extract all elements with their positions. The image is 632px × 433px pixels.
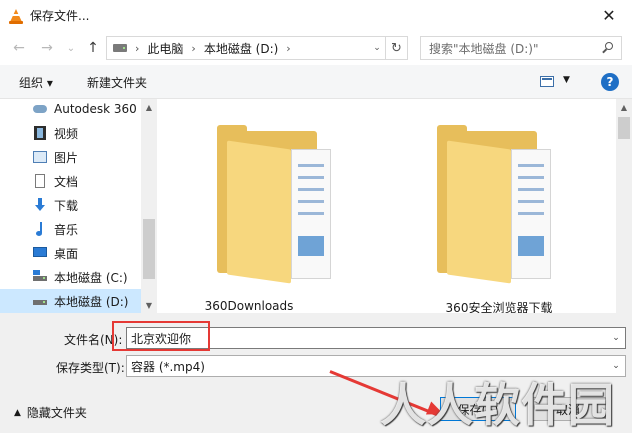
close-button[interactable]: ✕	[586, 0, 632, 31]
desktop-icon	[32, 246, 48, 260]
sidebar-item-pictures[interactable]: 图片	[0, 145, 141, 169]
sidebar-item-label: 桌面	[54, 246, 79, 261]
view-dropdown-icon[interactable]: ▼	[563, 75, 570, 85]
content-scrollbar[interactable]: ▲	[616, 99, 632, 313]
sidebar-scrollbar[interactable]: ▲ ▼	[141, 99, 157, 313]
breadcrumb-separator[interactable]: ›	[286, 42, 290, 55]
annotation-highlight-box	[112, 321, 210, 351]
address-bar[interactable]: › 此电脑 › 本地磁盘 (D:) › ⌄ ↻	[106, 36, 408, 60]
breadcrumb-this-pc[interactable]: 此电脑	[147, 40, 183, 57]
search-input[interactable]: 搜索"本地磁盘 (D:)"	[420, 36, 622, 60]
navigation-bar: ← → ⌄ ↑ › 此电脑 › 本地磁盘 (D:) › ⌄ ↻ 搜索"本地磁盘 …	[0, 31, 632, 65]
sidebar-item-label: 文档	[54, 174, 79, 189]
cloud-icon	[32, 102, 48, 116]
new-folder-button[interactable]: 新建文件夹	[87, 74, 147, 91]
address-dropdown-icon[interactable]: ⌄	[369, 37, 385, 59]
drive-icon	[113, 44, 127, 52]
window-title: 保存文件...	[30, 9, 90, 23]
scroll-thumb[interactable]	[618, 117, 630, 139]
sidebar-item-label: 本地磁盘 (C:)	[54, 270, 128, 285]
recent-locations-icon[interactable]: ⌄	[62, 39, 80, 57]
navigation-pane: Autodesk 360 视频 图片 文档 下载 音乐 桌面 本地磁盘 (C:)…	[0, 99, 157, 313]
organize-button[interactable]: 组织 ▾	[19, 74, 53, 91]
search-placeholder: 搜索"本地磁盘 (D:)"	[429, 41, 539, 56]
music-icon	[32, 222, 48, 236]
sidebar-item-music[interactable]: 音乐	[0, 217, 141, 241]
up-arrow-icon[interactable]: ↑	[84, 39, 102, 57]
scroll-down-icon[interactable]: ▼	[141, 297, 157, 313]
sidebar-item-drive-d[interactable]: 本地磁盘 (D:)	[0, 289, 141, 313]
sidebar-item-label: 下载	[54, 198, 79, 213]
drive-c-icon	[32, 270, 48, 284]
folder-name[interactable]: 360Downloads	[169, 299, 329, 313]
file-type-value: 容器 (*.mp4)	[131, 359, 205, 374]
forward-arrow-icon[interactable]: →	[38, 39, 56, 57]
sidebar-item-videos[interactable]: 视频	[0, 121, 141, 145]
search-icon[interactable]	[601, 41, 615, 55]
save-form: 文件名(N): 北京欢迎你 ⌄ 保存类型(T): 容器 (*.mp4) ⌄ ▲ …	[0, 313, 632, 433]
chevron-down-icon[interactable]: ⌄	[607, 328, 625, 348]
sidebar-item-documents[interactable]: 文档	[0, 169, 141, 193]
sidebar-item-downloads[interactable]: 下载	[0, 193, 141, 217]
sidebar-item-desktop[interactable]: 桌面	[0, 241, 141, 265]
scroll-thumb[interactable]	[143, 219, 155, 279]
sidebar-item-label: 本地磁盘 (D:)	[54, 294, 129, 309]
video-icon	[32, 126, 48, 140]
help-icon[interactable]: ?	[601, 73, 619, 91]
folder-icon[interactable]	[433, 123, 553, 293]
back-arrow-icon[interactable]: ←	[10, 39, 28, 57]
watermark: 人人软件园	[380, 378, 615, 432]
folder-icon[interactable]	[213, 123, 333, 293]
sidebar-item-label: Autodesk 360	[54, 102, 137, 116]
sidebar-item-label: 图片	[54, 150, 79, 165]
scroll-up-icon[interactable]: ▲	[141, 99, 157, 115]
breadcrumb-drive-d[interactable]: 本地磁盘 (D:)	[204, 40, 278, 57]
title-bar: 保存文件... ✕	[0, 0, 632, 31]
file-list: 360Downloads 360安全浏览器下载 ▲	[157, 99, 632, 315]
refresh-icon[interactable]: ↻	[385, 37, 407, 59]
sidebar-item-autodesk-360[interactable]: Autodesk 360	[0, 99, 141, 121]
sidebar-item-drive-c[interactable]: 本地磁盘 (C:)	[0, 265, 141, 289]
caret-up-icon: ▲	[14, 407, 21, 418]
sidebar-item-label: 音乐	[54, 222, 79, 237]
hide-folders-toggle[interactable]: ▲ 隐藏文件夹	[14, 404, 87, 421]
vlc-cone-icon	[8, 8, 24, 24]
toolbar: 组织 ▾ 新建文件夹 ▼ ?	[0, 65, 632, 99]
hide-folders-label: 隐藏文件夹	[26, 406, 87, 420]
sidebar-item-label: 视频	[54, 126, 79, 141]
pictures-icon	[32, 150, 48, 164]
drive-d-icon	[32, 294, 48, 308]
breadcrumb-separator: ›	[191, 41, 196, 55]
file-type-label: 保存类型(T):	[56, 361, 125, 375]
view-options-icon[interactable]	[540, 76, 554, 87]
documents-icon	[32, 174, 48, 188]
breadcrumb-separator: ›	[135, 41, 140, 55]
download-icon	[32, 198, 48, 212]
scroll-up-icon[interactable]: ▲	[616, 99, 632, 115]
